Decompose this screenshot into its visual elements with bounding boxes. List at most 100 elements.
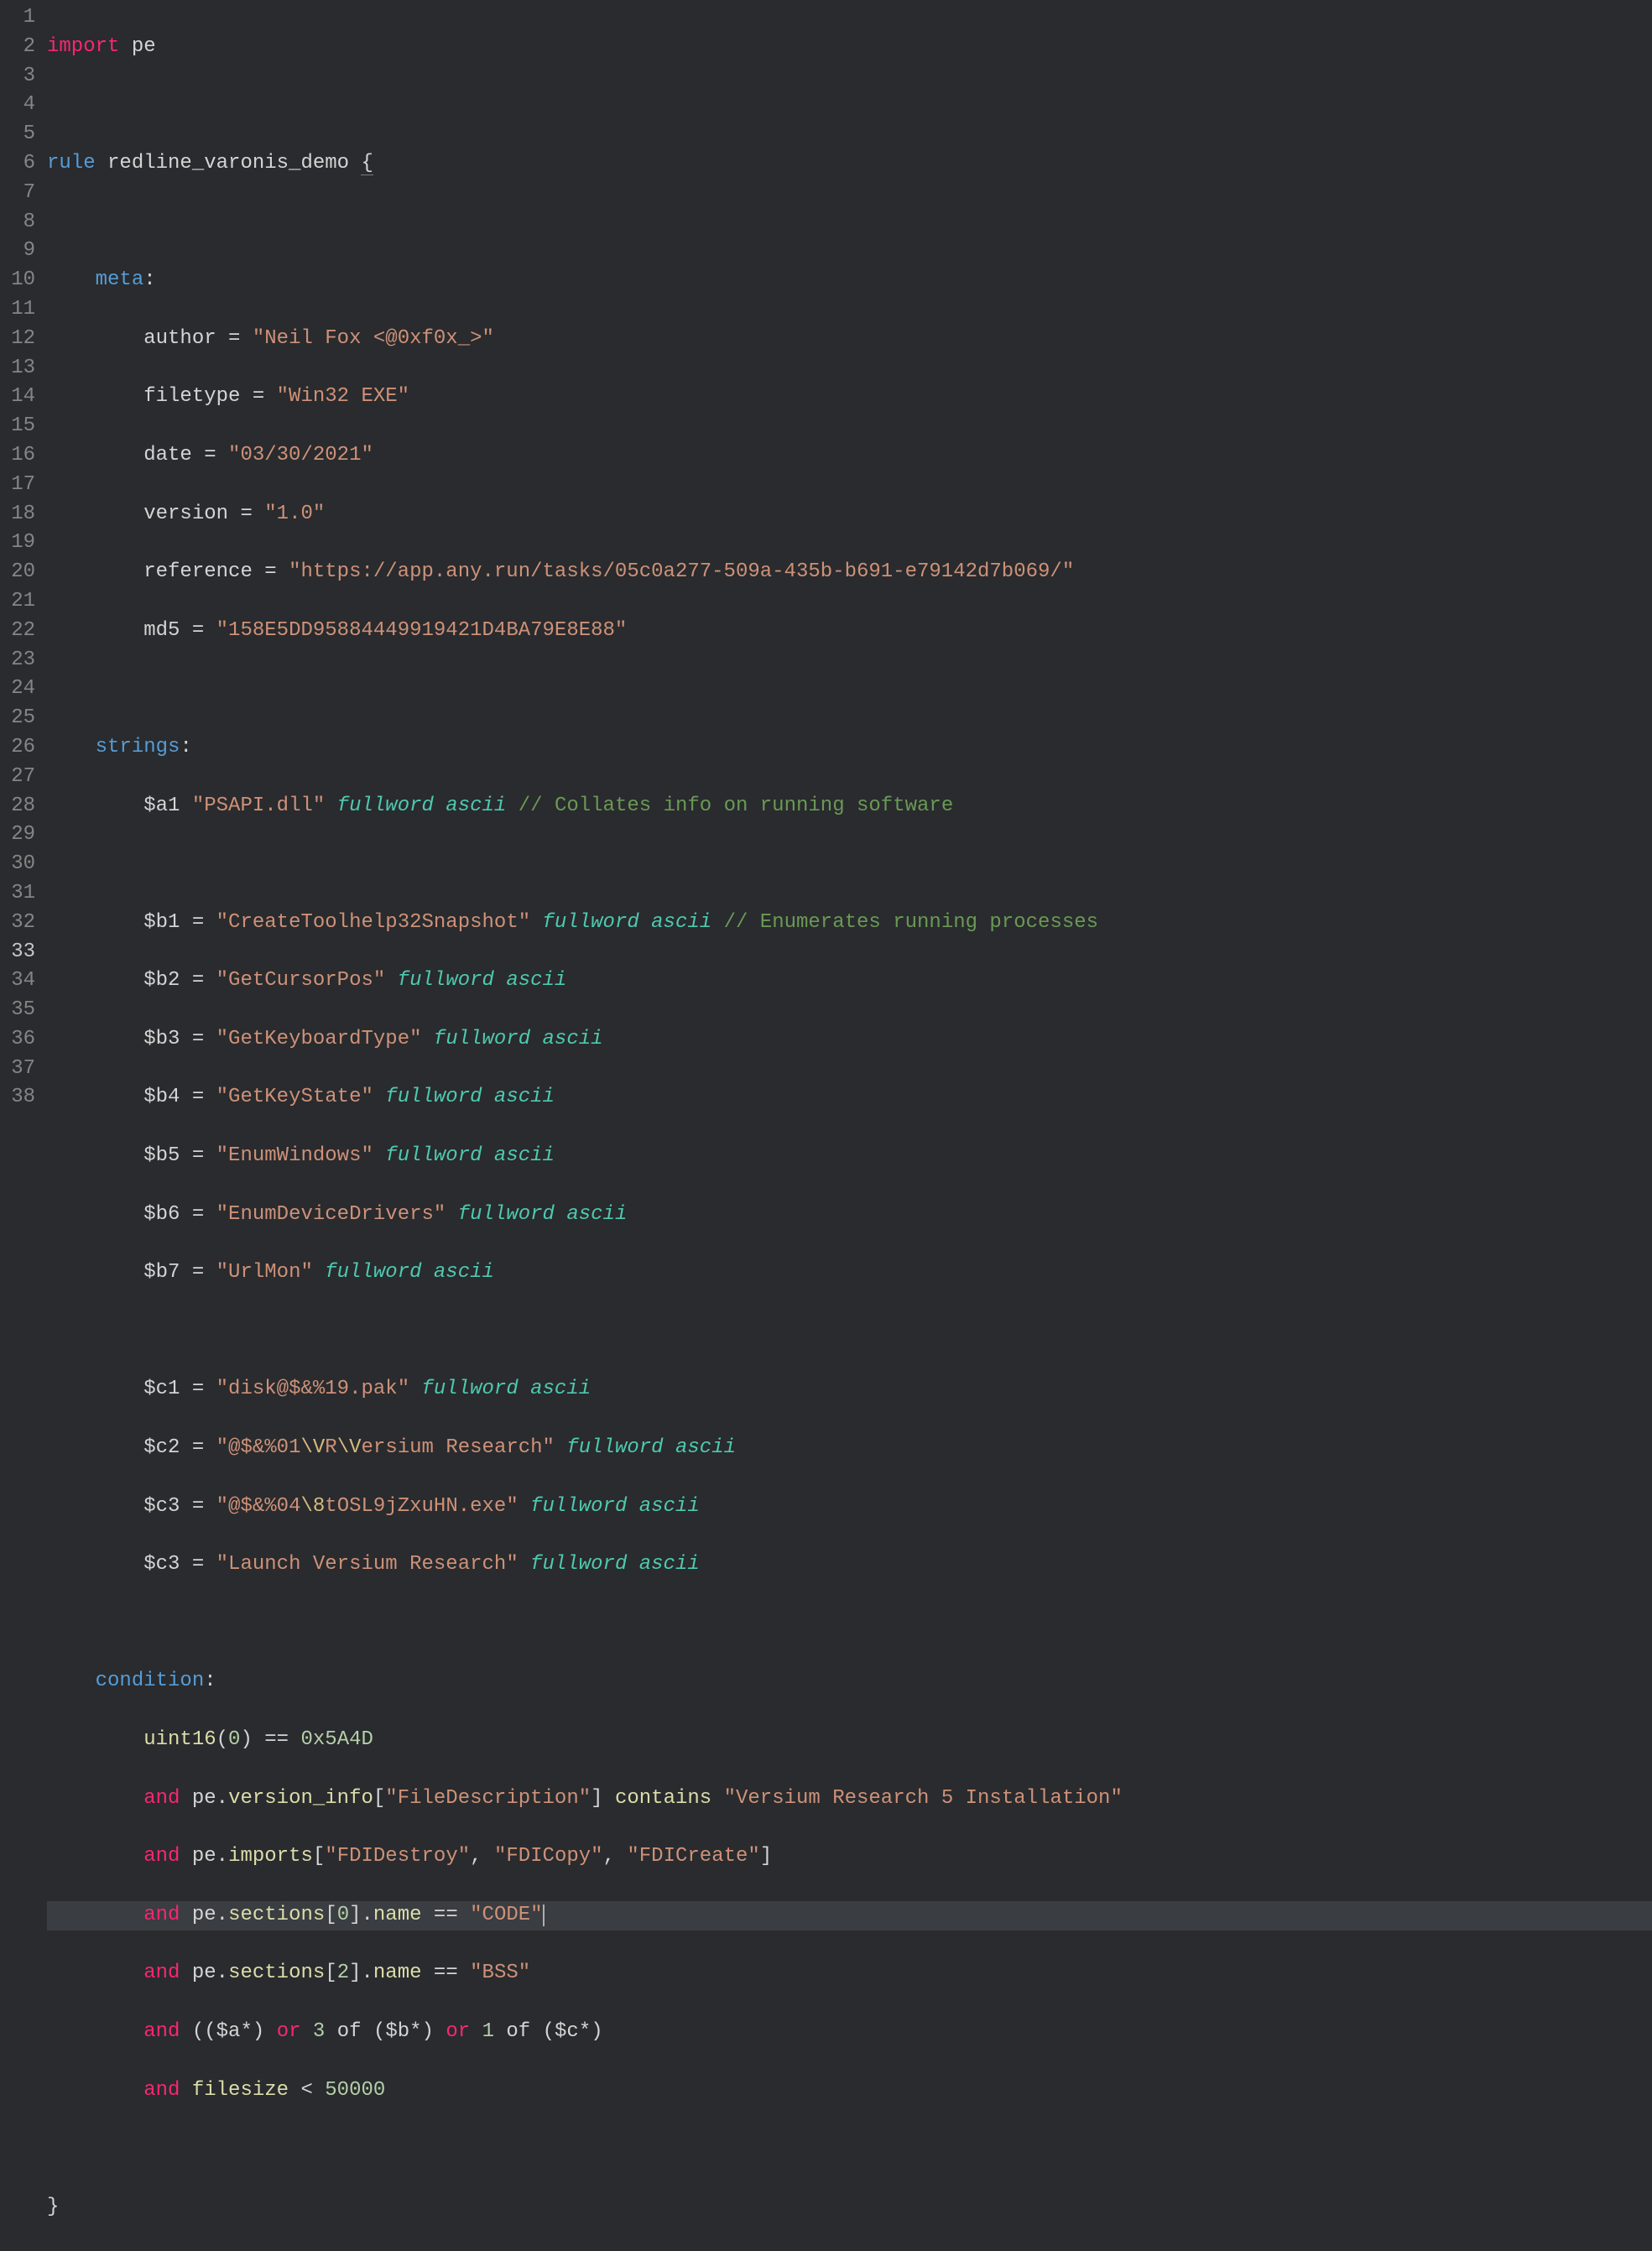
code-line: and pe.version_info["FileDescription"] c… bbox=[47, 1785, 1652, 1814]
line-number: 30 bbox=[0, 850, 35, 879]
keyword-and: and bbox=[143, 2079, 180, 2102]
modifier: fullword ascii bbox=[458, 1203, 628, 1226]
identifier-pe: pe bbox=[132, 35, 156, 58]
line-number: 2 bbox=[0, 33, 35, 62]
string-literal: "EnumWindows" bbox=[216, 1144, 373, 1167]
prop-name: name bbox=[373, 1962, 422, 1984]
code-line: strings: bbox=[47, 733, 1652, 763]
line-number: 4 bbox=[0, 91, 35, 120]
line-number: 9 bbox=[0, 237, 35, 266]
string-literal: "03/30/2021" bbox=[228, 444, 373, 466]
line-number: 6 bbox=[0, 149, 35, 179]
string-literal: "Neil Fox <@0xf0x_>" bbox=[253, 327, 494, 350]
line-number: 15 bbox=[0, 412, 35, 441]
keyword-or: or bbox=[277, 2020, 301, 2043]
number: 0 bbox=[228, 1728, 240, 1751]
keyword-contains: contains bbox=[615, 1787, 711, 1810]
string-literal: "FDIDestroy" bbox=[325, 1845, 470, 1868]
keyword-of: of bbox=[337, 2020, 362, 2043]
keyword-and: and bbox=[143, 1845, 180, 1868]
modifier: fullword ascii bbox=[530, 1495, 700, 1518]
var-c-star: $c* bbox=[555, 2020, 591, 2043]
operator-eq: == bbox=[434, 1962, 458, 1984]
var-c3: $c3 bbox=[143, 1495, 180, 1518]
code-line: and (($a*) or 3 of ($b*) or 1 of ($c*) bbox=[47, 2018, 1652, 2047]
code-line: $b6 = "EnumDeviceDrivers" fullword ascii bbox=[47, 1201, 1652, 1230]
line-number: 17 bbox=[0, 471, 35, 500]
var-b-star: $b* bbox=[385, 2020, 421, 2043]
modifier: fullword ascii bbox=[385, 1086, 555, 1108]
text-cursor bbox=[543, 1904, 545, 1926]
string-literal: "UrlMon" bbox=[216, 1261, 313, 1284]
code-line: $b2 = "GetCursorPos" fullword ascii bbox=[47, 967, 1652, 996]
keyword-meta: meta bbox=[96, 268, 144, 291]
code-line: uint16(0) == 0x5A4D bbox=[47, 1726, 1652, 1755]
string-literal: "PSAPI.dll" bbox=[192, 795, 325, 817]
code-line: and filesize < 50000 bbox=[47, 2076, 1652, 2106]
code-editor[interactable]: import pe rule redline_varonis_demo { me… bbox=[47, 3, 1652, 2251]
code-line bbox=[47, 1609, 1652, 1639]
prop-sections: sections bbox=[228, 1962, 325, 1984]
code-line: $b3 = "GetKeyboardType" fullword ascii bbox=[47, 1025, 1652, 1055]
line-number: 36 bbox=[0, 1025, 35, 1055]
string-literal: "GetKeyState" bbox=[216, 1086, 373, 1108]
string-literal: "CODE" bbox=[470, 1904, 542, 1926]
code-line: condition: bbox=[47, 1667, 1652, 1696]
code-line: rule redline_varonis_demo { bbox=[47, 149, 1652, 179]
keyword-and: and bbox=[143, 1962, 180, 1984]
meta-key: filetype bbox=[143, 385, 240, 408]
string-literal: "Win32 EXE" bbox=[277, 385, 409, 408]
meta-key: reference bbox=[143, 560, 253, 583]
line-number: 34 bbox=[0, 967, 35, 996]
code-line: version = "1.0" bbox=[47, 500, 1652, 529]
keyword-or: or bbox=[446, 2020, 470, 2043]
code-line bbox=[47, 91, 1652, 120]
var-a-star: $a* bbox=[216, 2020, 253, 2043]
meta-key: md5 bbox=[143, 619, 180, 642]
meta-key: author bbox=[143, 327, 216, 350]
string-literal: "@$&%04\8tOSL9jZxuHN.exe" bbox=[216, 1495, 519, 1518]
var-b2: $b2 bbox=[143, 969, 180, 992]
line-number: 28 bbox=[0, 792, 35, 821]
operator-eq: == bbox=[264, 1728, 289, 1751]
number: 0x5A4D bbox=[300, 1728, 373, 1751]
number: 3 bbox=[313, 2020, 325, 2043]
modifier: fullword ascii bbox=[530, 1553, 700, 1576]
line-number: 16 bbox=[0, 441, 35, 471]
modifier: fullword ascii bbox=[337, 795, 507, 817]
code-line: import pe bbox=[47, 33, 1652, 62]
keyword-and: and bbox=[143, 1787, 180, 1810]
line-number: 20 bbox=[0, 558, 35, 587]
prop-sections: sections bbox=[228, 1904, 325, 1926]
line-number: 11 bbox=[0, 295, 35, 325]
line-number: 33 bbox=[0, 938, 35, 967]
keyword-of: of bbox=[506, 2020, 530, 2043]
code-line: $c2 = "@$&%01\VR\Versium Research" fullw… bbox=[47, 1434, 1652, 1463]
line-number: 35 bbox=[0, 996, 35, 1025]
line-number: 18 bbox=[0, 500, 35, 529]
line-number: 21 bbox=[0, 587, 35, 617]
operator-eq: == bbox=[434, 1904, 458, 1926]
line-number: 24 bbox=[0, 675, 35, 704]
line-number: 7 bbox=[0, 179, 35, 208]
code-line bbox=[47, 1317, 1652, 1347]
keyword-import: import bbox=[47, 35, 119, 58]
modifier: fullword ascii bbox=[422, 1378, 591, 1400]
modifier: fullword ascii bbox=[434, 1028, 603, 1050]
code-line: $b4 = "GetKeyState" fullword ascii bbox=[47, 1083, 1652, 1112]
line-number: 3 bbox=[0, 62, 35, 91]
meta-key: version bbox=[143, 503, 228, 525]
close-brace: } bbox=[47, 2196, 59, 2218]
var-b4: $b4 bbox=[143, 1086, 180, 1108]
rule-name: redline_varonis_demo bbox=[107, 152, 349, 175]
line-number: 22 bbox=[0, 617, 35, 646]
code-line: author = "Neil Fox <@0xf0x_>" bbox=[47, 325, 1652, 354]
code-line: filetype = "Win32 EXE" bbox=[47, 383, 1652, 412]
string-literal: "BSS" bbox=[470, 1962, 530, 1984]
comment: // Enumerates running processes bbox=[724, 911, 1098, 934]
line-number-gutter: 1234567891011121314151617181920212223242… bbox=[0, 3, 47, 2251]
string-literal: "Versium Research 5 Installation" bbox=[724, 1787, 1123, 1810]
line-number: 37 bbox=[0, 1055, 35, 1084]
prop-imports: imports bbox=[228, 1845, 313, 1868]
keyword-filesize: filesize bbox=[192, 2079, 289, 2102]
